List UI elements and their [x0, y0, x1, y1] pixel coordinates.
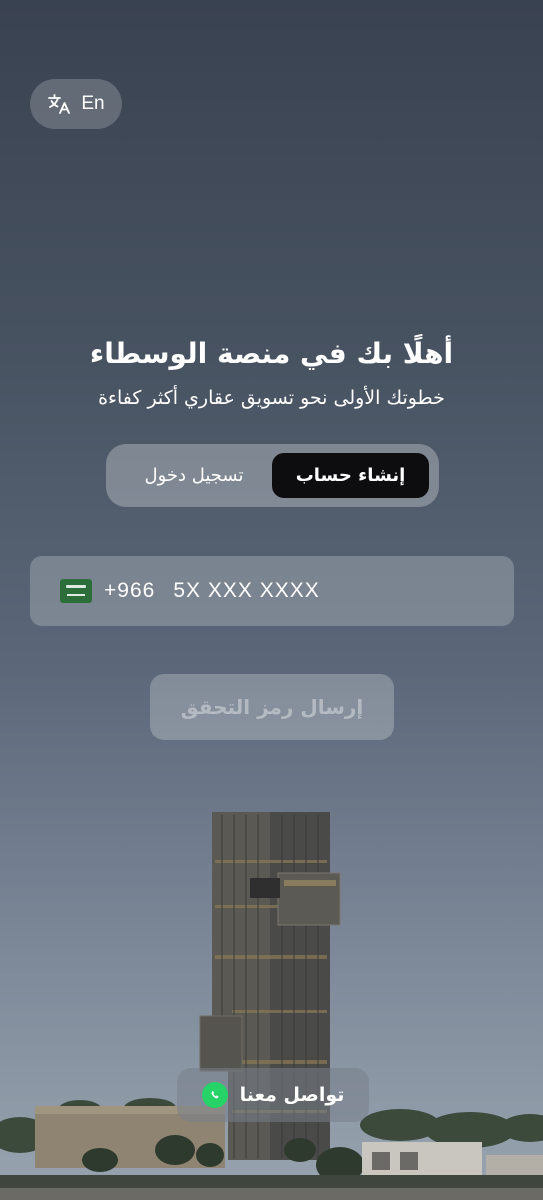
auth-tabs: إنشاء حساب تسجيل دخول [106, 444, 439, 507]
contact-us-button[interactable]: تواصل معنا [177, 1068, 369, 1122]
whatsapp-icon [201, 1082, 228, 1108]
phone-input[interactable] [173, 579, 474, 603]
saudi-arabia-flag-icon [60, 579, 92, 603]
phone-field[interactable]: +966 [30, 556, 514, 626]
tab-login[interactable]: تسجيل دخول [119, 453, 269, 498]
send-verification-code-button[interactable]: إرسال رمز التحقق [150, 674, 394, 740]
tab-create-account[interactable]: إنشاء حساب [272, 453, 429, 498]
language-toggle-button[interactable]: En [30, 79, 122, 129]
welcome-subtitle: خطوتك الأولى نحو تسويق عقاري أكثر كفاءة [98, 387, 445, 409]
country-code: +966 [104, 579, 156, 602]
login-screen: En أهلًا بك في منصة الوسطاء خطوتك الأولى… [0, 0, 543, 1200]
welcome-title: أهلًا بك في منصة الوسطاء [89, 337, 454, 370]
language-label: En [81, 93, 105, 114]
translate-icon [47, 93, 71, 115]
contact-us-label: تواصل معنا [239, 1084, 345, 1106]
